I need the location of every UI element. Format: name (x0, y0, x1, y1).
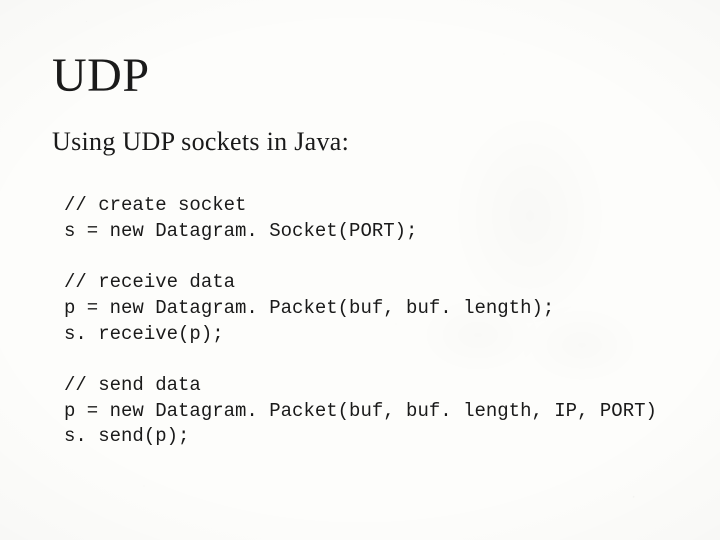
code-line: s = new Datagram. Socket(PORT); (64, 220, 417, 242)
code-comment: // create socket (64, 194, 246, 216)
slide-title: UDP (52, 48, 668, 103)
code-comment: // receive data (64, 271, 235, 293)
code-block-send-data: // send data p = new Datagram. Packet(bu… (64, 373, 668, 450)
slide: UDP Using UDP sockets in Java: // create… (0, 0, 720, 540)
code-block-create-socket: // create socket s = new Datagram. Socke… (64, 193, 668, 244)
code-comment: // send data (64, 374, 201, 396)
slide-subtitle: Using UDP sockets in Java: (52, 127, 668, 157)
code-line: p = new Datagram. Packet(buf, buf. lengt… (64, 400, 657, 448)
code-line: p = new Datagram. Packet(buf, buf. lengt… (64, 297, 554, 345)
code-block-receive-data: // receive data p = new Datagram. Packet… (64, 270, 668, 347)
